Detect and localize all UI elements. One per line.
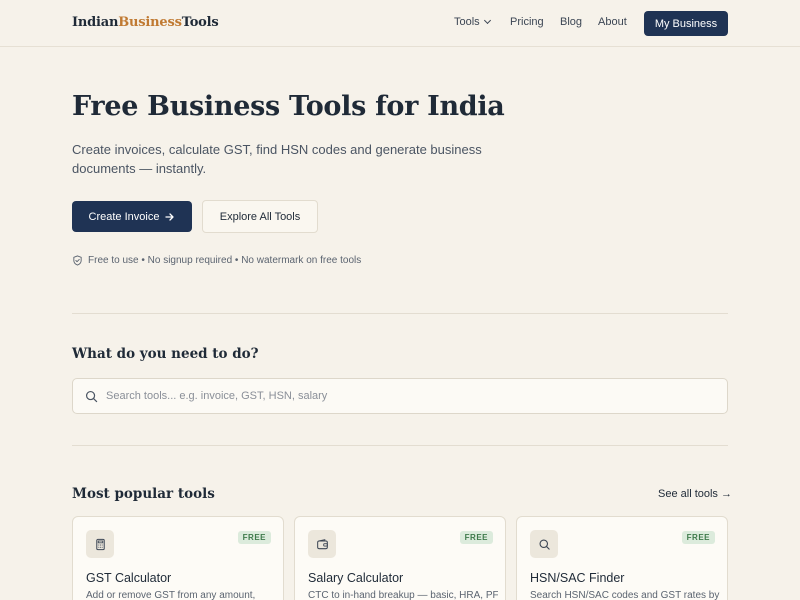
nav-pricing-link[interactable]: Pricing (510, 16, 544, 28)
tool-search-box[interactable] (72, 378, 728, 414)
tool-card-title: GST Calculator (86, 571, 172, 585)
my-business-button[interactable]: My Business (644, 11, 728, 36)
nav-about-link[interactable]: About (598, 16, 627, 28)
hero-title: Free Business Tools for India (72, 91, 505, 122)
calculator-icon (86, 530, 114, 558)
tool-card-description: CTC to in-hand breakup — basic, HRA, PF, (308, 590, 498, 600)
site-logo[interactable]: IndianBusinessTools (72, 15, 219, 30)
trust-line: Free to use • No signup required • No wa… (72, 255, 361, 266)
logo-text-indian: Indian (72, 15, 119, 30)
section-divider (72, 313, 728, 314)
free-badge: FREE (237, 531, 271, 544)
section-divider (72, 445, 728, 446)
shield-check-icon (73, 255, 82, 266)
see-all-tools-link[interactable]: See all tools → (658, 488, 732, 500)
search-icon (85, 390, 98, 402)
tool-card-description: Search HSN/SAC codes and GST rates by (530, 590, 720, 600)
nav-blog-link[interactable]: Blog (560, 16, 582, 28)
create-invoice-button[interactable]: Create Invoice (72, 201, 192, 232)
tool-card-title: Salary Calculator (308, 571, 404, 585)
free-badge: FREE (681, 531, 715, 544)
search-icon (530, 530, 558, 558)
trust-text: Free to use • No signup required • No wa… (88, 255, 362, 266)
tool-card-salary-calculator[interactable]: FREE Salary Calculator CTC to in-hand br… (294, 516, 506, 600)
logo-text-business: Business (118, 15, 182, 30)
tool-card-description: Add or remove GST from any amount, (86, 590, 256, 600)
tool-card-title: HSN/SAC Finder (530, 571, 625, 585)
site-header: IndianBusinessTools Tools Pricing Blog A… (0, 0, 800, 47)
nav-tools-dropdown[interactable]: Tools (454, 16, 491, 28)
free-badge: FREE (459, 531, 493, 544)
explore-all-tools-button[interactable]: Explore All Tools (202, 200, 318, 233)
tool-card-gst-calculator[interactable]: FREE GST Calculator Add or remove GST fr… (72, 516, 284, 600)
search-heading: What do you need to do? (72, 346, 259, 362)
tool-search-input[interactable] (106, 390, 686, 402)
hero-subtitle: Create invoices, calculate GST, find HSN… (72, 142, 482, 176)
nav-tools-label: Tools (454, 16, 480, 28)
wallet-icon (308, 530, 336, 558)
popular-tools-heading: Most popular tools (72, 486, 215, 502)
arrow-right-icon (165, 212, 175, 221)
create-invoice-label: Create Invoice (88, 210, 160, 223)
chevron-down-icon (483, 16, 491, 25)
tool-card-hsn-sac-finder[interactable]: FREE HSN/SAC Finder Search HSN/SAC codes… (516, 516, 728, 600)
logo-text-tools: Tools (181, 15, 219, 30)
